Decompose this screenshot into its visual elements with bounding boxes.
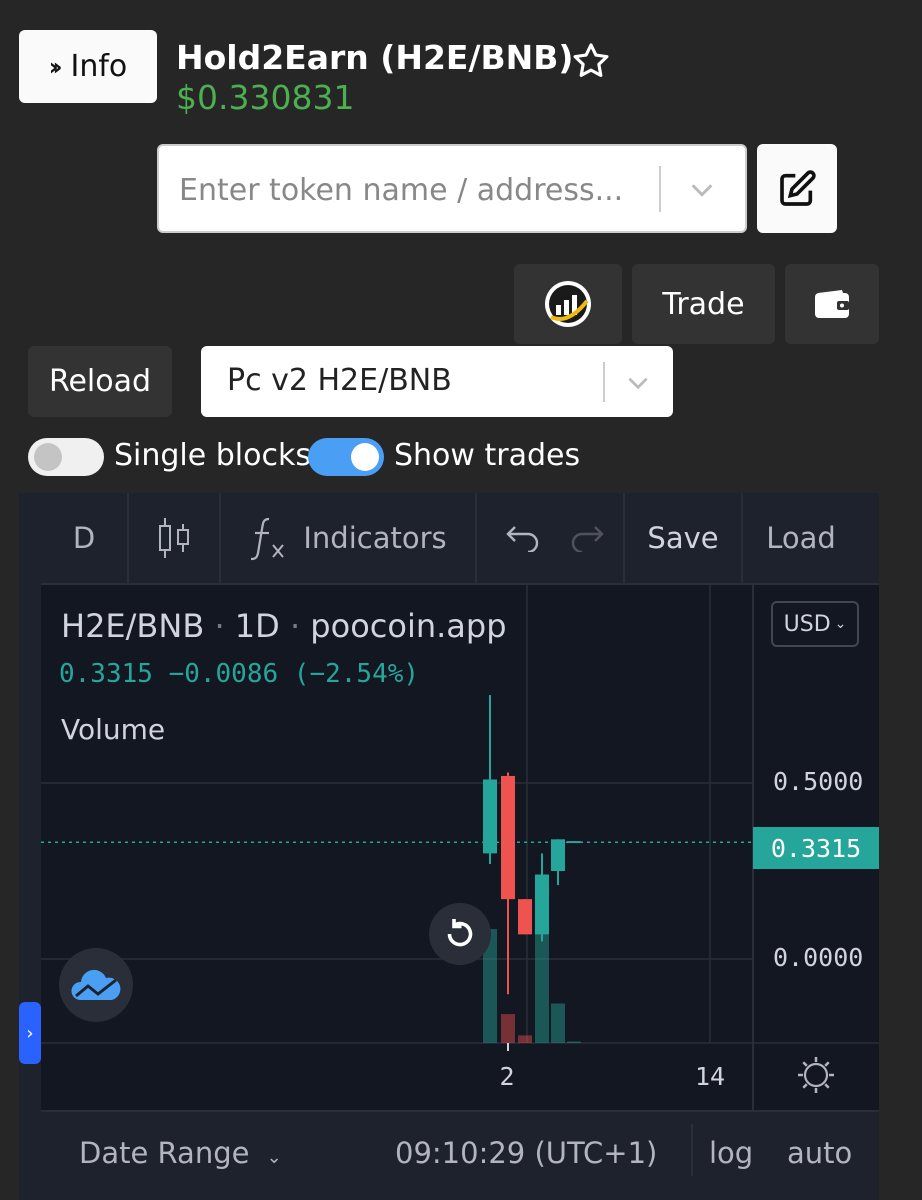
single-blocks-toggle[interactable] — [28, 438, 104, 476]
legend-source: poocoin.app — [310, 607, 507, 645]
edit-icon — [780, 169, 816, 206]
search-input[interactable] — [179, 166, 639, 214]
pair-divider — [603, 362, 605, 402]
legend-values: 0.3315 −0.0086 (−2.54%) — [59, 659, 420, 689]
bottom-divider — [691, 1124, 693, 1176]
time-axis-label: 14 — [695, 1062, 725, 1091]
pair-select[interactable]: Pc v2 H2E/BNB — [201, 346, 673, 417]
chart-body[interactable]: 2 14 H2E/BNB · 1D · poocoin.app 0.3315 −0… — [41, 585, 879, 1200]
chevron-down-icon: ⌄ — [834, 616, 847, 632]
candle-body — [567, 841, 581, 844]
show-trades-label: Show trades — [394, 438, 581, 473]
pair-select-value: Pc v2 H2E/BNB — [227, 363, 452, 398]
candle-body — [518, 899, 532, 935]
poocoin-chart-button[interactable] — [514, 264, 622, 344]
poocoin-logo-icon — [545, 281, 591, 327]
sidebar-expand-handle[interactable]: › — [19, 1002, 41, 1064]
redo-icon — [571, 526, 604, 552]
legend-separator: · — [214, 607, 225, 645]
toggle-knob — [351, 443, 379, 471]
chevron-down-icon[interactable] — [623, 370, 653, 396]
candlestick-icon — [159, 518, 189, 558]
time-axis-label: 2 — [499, 1062, 514, 1091]
volume-bar — [501, 1014, 515, 1043]
token-title: Hold2Earn (H2E/BNB) — [176, 38, 574, 77]
legend-interval: 1D — [234, 607, 280, 645]
show-trades-toggle[interactable] — [308, 438, 384, 476]
price-axis-label: 0.0000 — [773, 943, 864, 972]
volume-bar — [551, 1003, 565, 1043]
legend-symbol: H2E/BNB — [61, 607, 205, 645]
chart-toolbar: D Indicators Save Load — [41, 493, 879, 585]
chart-bottom-bar: Date Range ⌄ 09:10:29 (UTC+1) log auto — [41, 1110, 879, 1200]
candle-body — [535, 874, 549, 935]
currency-select[interactable]: USD ⌄ — [771, 601, 859, 647]
chart-type-button[interactable] — [129, 493, 219, 583]
candle-body — [483, 779, 497, 854]
info-button-label: Info — [70, 49, 128, 84]
function-icon — [251, 517, 285, 561]
clock-readout: 09:10:29 (UTC+1) — [395, 1136, 658, 1170]
chevron-down-icon: ⌄ — [266, 1147, 282, 1168]
legend-separator: · — [289, 607, 301, 645]
indicators-button[interactable]: Indicators — [221, 493, 473, 583]
cloud-chart-icon — [71, 969, 121, 1000]
auto-scale-button[interactable]: auto — [787, 1136, 852, 1170]
save-button[interactable]: Save — [625, 493, 741, 583]
token-price: $0.330831 — [176, 78, 355, 117]
double-chevron-right-icon: ›› — [48, 52, 63, 81]
trade-button[interactable]: Trade — [632, 264, 775, 344]
interval-button[interactable]: D — [41, 493, 127, 583]
volume-bar — [518, 1035, 532, 1043]
rotate-left-icon — [447, 919, 473, 947]
price-axis-label: 0.5000 — [773, 767, 864, 796]
undo-icon — [506, 526, 539, 552]
chart-legend-title: H2E/BNB · 1D · poocoin.app — [61, 607, 507, 645]
toolbar-divider — [475, 493, 477, 583]
redo-button[interactable] — [563, 493, 613, 583]
date-range-button[interactable]: Date Range ⌄ — [79, 1136, 282, 1170]
info-button[interactable]: ›› Info — [19, 30, 157, 103]
drawing-tools-strip — [19, 493, 41, 1200]
tradingview-logo-icon[interactable] — [59, 948, 133, 1022]
reload-button[interactable]: Reload — [28, 346, 172, 417]
log-scale-button[interactable]: log — [709, 1136, 753, 1170]
wallet-icon — [815, 290, 849, 318]
load-button[interactable]: Load — [743, 493, 859, 583]
token-search[interactable] — [157, 144, 747, 233]
gear-icon[interactable] — [798, 1057, 834, 1093]
volume-legend: Volume — [61, 713, 166, 746]
volume-bar — [535, 933, 549, 1043]
indicators-label: Indicators — [303, 521, 447, 555]
single-blocks-label: Single blocks — [114, 438, 311, 473]
tradingview-chart[interactable]: D Indicators Save Load 2 14 H2E/BNB · 1D… — [19, 493, 879, 1200]
candle-body — [551, 839, 565, 871]
chevron-down-icon[interactable] — [687, 176, 717, 204]
edit-button[interactable] — [757, 144, 837, 233]
current-price-tag: 0.3315 — [753, 827, 879, 869]
undo-button[interactable] — [497, 493, 547, 583]
currency-value: USD — [783, 611, 831, 637]
date-range-label: Date Range — [79, 1136, 250, 1170]
wallet-button[interactable] — [785, 264, 879, 344]
toggle-knob — [34, 443, 62, 471]
volume-bar — [567, 1041, 581, 1043]
reset-chart-button[interactable] — [429, 903, 491, 965]
candle-body — [501, 775, 515, 900]
chevron-right-icon: › — [26, 1022, 34, 1044]
search-divider — [659, 166, 661, 212]
star-icon[interactable] — [570, 40, 612, 82]
